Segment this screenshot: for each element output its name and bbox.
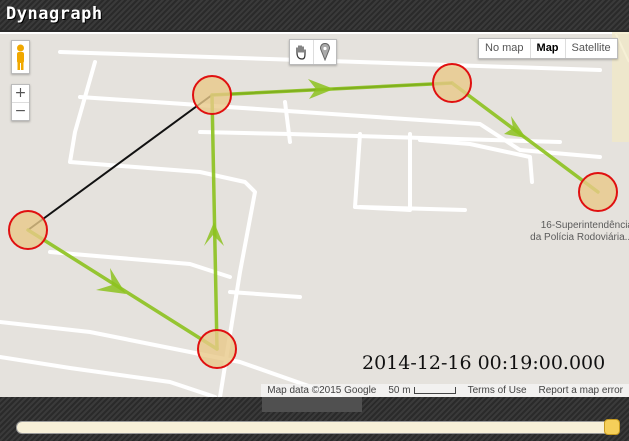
direction-arrow <box>504 116 526 138</box>
scale-label: 50 m <box>388 385 411 396</box>
graph-layer <box>8 63 618 369</box>
poi-line-2: da Polícia Rodoviária... <box>530 232 629 243</box>
graph-node[interactable] <box>192 75 232 115</box>
panel-tab[interactable] <box>262 397 362 412</box>
map-pin-icon <box>319 43 330 61</box>
time-slider-thumb[interactable] <box>604 419 620 435</box>
map-attribution: Map data ©2015 Google 50 m Terms of Use … <box>261 384 629 397</box>
title-bar: Dynagraph <box>0 0 629 30</box>
satellite-button[interactable]: Satellite <box>566 39 617 58</box>
poi-line-1: 16-Superintendência <box>540 220 629 231</box>
marker-tool-button[interactable] <box>314 40 337 64</box>
app-title: Dynagraph <box>6 4 103 24</box>
path-segment <box>210 93 219 351</box>
map-data-credit: Map data ©2015 Google <box>267 385 377 396</box>
drawing-tools <box>289 39 337 65</box>
playback-bar <box>0 397 629 441</box>
pegman-icon <box>17 44 24 70</box>
scale-indicator: 50 m <box>382 385 461 396</box>
poi-label[interactable]: 16-Superintendência da Polícia Rodoviári… <box>508 220 629 244</box>
street-view-pegman[interactable] <box>11 40 30 74</box>
timestamp-display: 2014-12-16 00:19:00.000 <box>362 352 606 374</box>
graph-node[interactable] <box>197 329 237 369</box>
hand-icon <box>296 45 306 60</box>
pan-tool-button[interactable] <box>290 40 314 64</box>
map-type-control: No map Map Satellite <box>478 38 618 59</box>
scale-bar <box>413 386 456 394</box>
map-button[interactable]: Map <box>531 39 566 58</box>
time-slider-track[interactable] <box>16 421 620 434</box>
no-map-button[interactable]: No map <box>479 39 531 58</box>
graph-node[interactable] <box>432 63 472 103</box>
zoom-control: + − <box>11 84 30 121</box>
graph-node[interactable] <box>8 210 48 250</box>
graph-node[interactable] <box>578 172 618 212</box>
report-error-link[interactable]: Report a map error <box>533 385 629 396</box>
zoom-out-button[interactable]: − <box>12 103 29 120</box>
terms-link[interactable]: Terms of Use <box>462 385 533 396</box>
zoom-in-button[interactable]: + <box>12 85 29 103</box>
edge-line <box>27 94 213 231</box>
map-view[interactable]: + − No map Map Satellite 16-Superintendê… <box>0 32 629 397</box>
